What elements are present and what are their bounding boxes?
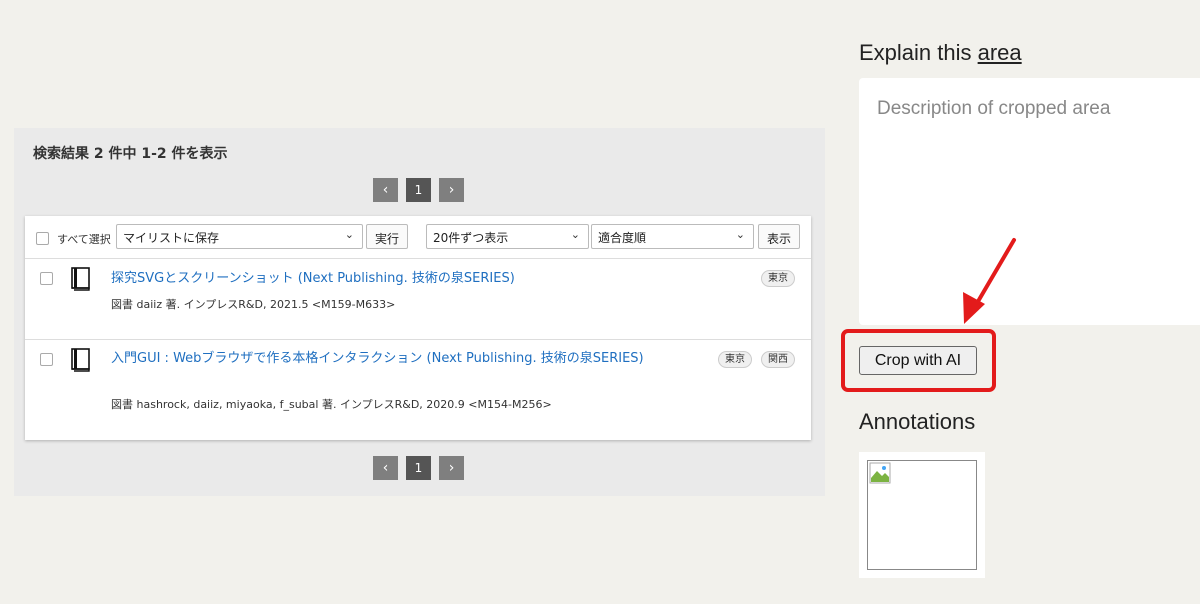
chevron-down-icon: ⌄ [570,228,580,241]
results-list: すべて選択 マイリストに保存 ⌄ 実行 20件ずつ表示 ⌄ 適合度順 ⌄ 表示 [25,216,811,440]
pager-top: ‹ 1 › [373,178,464,202]
pager-next-button[interactable]: › [439,456,464,480]
results-toolbar: すべて選択 マイリストに保存 ⌄ 実行 20件ずつ表示 ⌄ 適合度順 ⌄ 表示 [25,216,811,259]
search-results-panel: 検索結果 2 件中 1-2 件を表示 ‹ 1 › すべて選択 マイリストに保存 … [14,128,825,496]
book-icon [71,267,90,291]
location-tag: 東京 [761,270,795,287]
select-all-label: すべて選択 [57,233,111,246]
chevron-down-icon: ⌄ [735,228,745,241]
pager-prev-button[interactable]: ‹ [373,178,398,202]
result-item: 入門GUI : Webブラウザで作る本格インタラクション (Next Publi… [25,339,811,439]
crop-with-ai-button[interactable]: Crop with AI [859,346,977,375]
item-title-link[interactable]: 探究SVGとスクリーンショット (Next Publishing. 技術の泉SE… [111,269,661,288]
pager-page-1[interactable]: 1 [406,178,431,202]
location-tag: 関西 [761,351,795,368]
item-checkbox[interactable] [40,353,53,366]
annotation-thumbnail[interactable] [859,452,985,578]
location-tag: 東京 [718,351,752,368]
explain-area-link[interactable]: area [978,40,1022,65]
show-button[interactable]: 表示 [758,224,801,249]
select-all-checkbox[interactable] [36,232,49,245]
mylist-select-value: マイリストに保存 [123,231,220,245]
pager-bottom: ‹ 1 › [373,456,464,480]
book-icon [71,348,90,372]
result-item: 探究SVGとスクリーンショット (Next Publishing. 技術の泉SE… [25,258,811,340]
run-button[interactable]: 実行 [366,224,409,249]
description-placeholder: Description of cropped area [877,98,1111,119]
explain-heading: Explain this area [859,40,1022,66]
pager-prev-button[interactable]: ‹ [373,456,398,480]
description-textarea[interactable]: Description of cropped area [859,78,1200,325]
mylist-select[interactable]: マイリストに保存 ⌄ [116,224,363,249]
broken-image-icon [867,460,977,570]
sort-select[interactable]: 適合度順 ⌄ [591,224,754,249]
chevron-down-icon: ⌄ [344,228,354,241]
explain-heading-text: Explain this [859,40,978,65]
item-checkbox[interactable] [40,272,53,285]
arrow-annotation-icon [963,238,1016,324]
item-title-link[interactable]: 入門GUI : Webブラウザで作る本格インタラクション (Next Publi… [111,349,661,368]
item-meta: 図書 hashrock, daiiz, miyaoka, f_subal 著. … [111,398,552,411]
item-meta: 図書 daiiz 著. インプレスR&D, 2021.5 <M159-M633> [111,298,396,311]
sort-select-value: 適合度順 [598,231,647,245]
pager-page-1[interactable]: 1 [406,456,431,480]
results-summary: 検索結果 2 件中 1-2 件を表示 [33,146,228,162]
per-page-select[interactable]: 20件ずつ表示 ⌄ [426,224,589,249]
per-page-select-value: 20件ずつ表示 [433,231,509,245]
annotations-heading: Annotations [859,409,976,434]
pager-next-button[interactable]: › [439,178,464,202]
